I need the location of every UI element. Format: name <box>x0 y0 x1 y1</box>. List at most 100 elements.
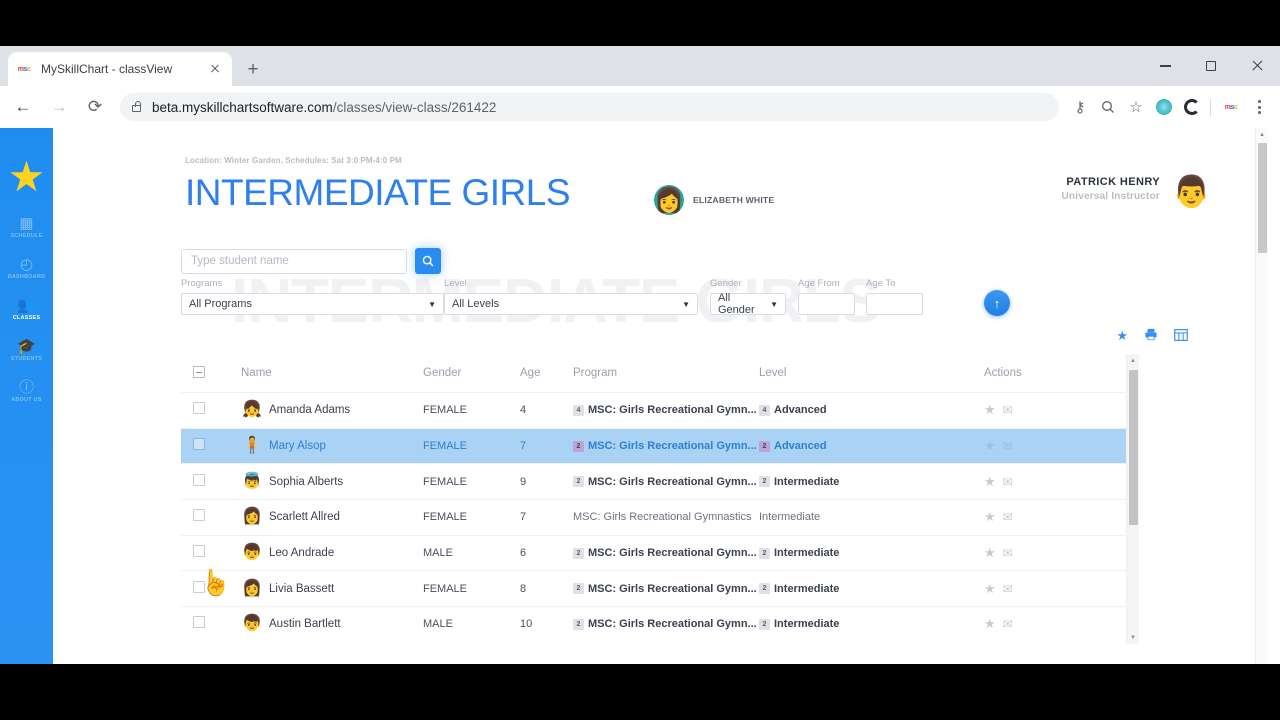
student-level-cell[interactable]: 2 Advanced <box>759 440 984 452</box>
mail-icon[interactable]: ✉ <box>1003 403 1013 417</box>
print-icon[interactable] <box>1144 328 1158 344</box>
table-row[interactable]: 👩 Livia Bassett FEMALE 8 2 MSC: Girls Recreat… <box>181 570 1127 606</box>
student-program-cell[interactable]: 2 MSC: Girls Recreational Gymn... <box>573 440 759 452</box>
student-program-cell[interactable]: MSC: Girls Recreational Gymnastics <box>573 511 759 523</box>
column-header-gender[interactable]: Gender <box>423 367 520 379</box>
student-name-cell[interactable]: 👼 Sophia Alberts <box>241 473 423 491</box>
instructor-avatar[interactable]: 👨 <box>1172 173 1211 209</box>
spiral-extension-icon[interactable] <box>1179 94 1205 120</box>
row-checkbox[interactable] <box>193 402 205 415</box>
reload-icon[interactable]: ⟳ <box>80 92 110 122</box>
mail-icon[interactable]: ✉ <box>1003 617 1013 631</box>
favorite-star-icon[interactable]: ★ <box>984 509 996 525</box>
mouse-cursor: ☝ <box>200 569 232 597</box>
student-program-cell[interactable]: 2 MSC: Girls Recreational Gymn... <box>573 583 759 595</box>
student-program-cell[interactable]: 2 MSC: Girls Recreational Gymn... <box>573 547 759 559</box>
msc-extension-icon[interactable]: msc <box>1218 94 1244 120</box>
row-checkbox[interactable] <box>193 438 205 451</box>
search-input[interactable] <box>181 248 407 274</box>
student-level-cell[interactable]: 2 Intermediate <box>759 476 984 488</box>
minimize-button[interactable] <box>1142 46 1188 86</box>
table-row[interactable]: 👦 Austin Bartlett MALE 10 2 MSC: Girls Recrea… <box>181 606 1127 642</box>
student-program-cell[interactable]: 2 MSC: Girls Recreational Gymn... <box>573 618 759 630</box>
search-icon[interactable] <box>1095 94 1121 120</box>
favorite-star-icon[interactable]: ★ <box>984 438 996 454</box>
mail-icon[interactable]: ✉ <box>1003 546 1013 560</box>
favorite-star-icon[interactable]: ★ <box>984 581 996 597</box>
student-name-cell[interactable]: 👩 Livia Bassett <box>241 580 423 598</box>
favorite-star-icon[interactable]: ★ <box>984 474 996 490</box>
hexagon-extension-icon[interactable] <box>1151 94 1177 120</box>
app-logo-star-icon[interactable]: ★ <box>8 156 46 198</box>
favorite-star-icon[interactable]: ★ <box>984 402 996 418</box>
scroll-down-icon[interactable]: ▼ <box>1127 631 1139 644</box>
scrollbar-thumb[interactable] <box>1129 370 1138 525</box>
scroll-up-icon[interactable]: ▲ <box>1127 354 1139 367</box>
student-level-cell[interactable]: 2 Intermediate <box>759 583 984 595</box>
select-all-checkbox[interactable] <box>193 365 205 378</box>
student-program-cell[interactable]: 2 MSC: Girls Recreational Gymn... <box>573 476 759 488</box>
table-row[interactable]: 👩 Scarlett Allred FEMALE 7 MSC: Girls Recrea… <box>181 499 1127 535</box>
programs-select[interactable]: All Programs ▼ <box>181 293 444 315</box>
close-icon[interactable] <box>206 60 224 78</box>
gender-select[interactable]: All Gender ▼ <box>710 292 786 316</box>
student-name-cell[interactable]: 👦 Leo Andrade <box>241 544 423 562</box>
row-checkbox[interactable] <box>193 616 205 629</box>
browser-menu-icon[interactable] <box>1246 94 1272 120</box>
grid-view-icon[interactable] <box>1174 328 1188 344</box>
row-checkbox[interactable] <box>193 473 205 486</box>
browser-toolbar: ← → ⟳ beta.myskillchartsoftware.com/clas… <box>0 86 1280 128</box>
page-scrollbar-thumb[interactable] <box>1258 143 1267 253</box>
level-count-badge: 2 <box>759 618 770 630</box>
page-scrollbar[interactable]: ▲ <box>1255 128 1268 664</box>
mail-icon[interactable]: ✉ <box>1003 475 1013 489</box>
mail-icon[interactable]: ✉ <box>1003 582 1013 596</box>
row-checkbox[interactable] <box>193 545 205 558</box>
sidebar-item-schedule[interactable]: ▦ SCHEDULE <box>0 215 53 239</box>
mail-icon[interactable]: ✉ <box>1003 510 1013 524</box>
favorite-star-icon[interactable]: ★ <box>984 616 996 632</box>
favorite-star-icon[interactable]: ★ <box>1116 328 1128 344</box>
column-header-program[interactable]: Program <box>573 367 759 379</box>
teacher-info[interactable]: 👩 ELIZABETH WHITE <box>654 185 774 215</box>
maximize-button[interactable] <box>1188 46 1234 86</box>
table-row[interactable]: 👦 Leo Andrade MALE 6 2 MSC: Girls Recreationa… <box>181 534 1127 571</box>
table-row[interactable]: 👼 Sophia Alberts FEMALE 9 2 MSC: Girls Recrea… <box>181 463 1127 499</box>
sidebar-item-classes[interactable]: 👥 CLASSES <box>0 297 53 321</box>
window-close-button[interactable] <box>1234 46 1280 86</box>
student-name-cell[interactable]: 👧 Amanda Adams <box>241 401 423 419</box>
sidebar-item-about-us[interactable]: ⓘ ABOUT US <box>0 379 53 403</box>
table-row[interactable]: 👧 Amanda Adams FEMALE 4 4 MSC: Girls Recreati… <box>181 392 1127 428</box>
favorite-star-icon[interactable]: ★ <box>984 545 996 561</box>
table-row[interactable]: 🧍 Mary Alsop FEMALE 7 2 MSC: Girls Recreation… <box>181 427 1127 464</box>
key-icon[interactable]: ⚷ <box>1067 94 1093 120</box>
column-header-name[interactable]: Name <box>241 367 423 379</box>
forward-icon[interactable]: → <box>44 92 74 122</box>
column-header-age[interactable]: Age <box>520 367 573 379</box>
apply-filters-button[interactable]: ↑ <box>984 290 1010 316</box>
back-icon[interactable]: ← <box>8 92 38 122</box>
student-name-cell[interactable]: 👩 Scarlett Allred <box>241 508 423 526</box>
bookmark-star-icon[interactable]: ☆ <box>1123 94 1149 120</box>
column-header-level[interactable]: Level <box>759 367 984 379</box>
student-level-cell[interactable]: Intermediate <box>759 511 984 523</box>
student-level-cell[interactable]: 2 Intermediate <box>759 547 984 559</box>
age-to-input[interactable] <box>866 293 923 315</box>
student-name-cell[interactable]: 👦 Austin Bartlett <box>241 615 423 633</box>
student-name-cell[interactable]: 🧍 Mary Alsop <box>241 437 423 455</box>
browser-tab[interactable]: msc MySkillChart - classView <box>8 52 232 86</box>
search-button[interactable] <box>415 248 441 274</box>
student-level-cell[interactable]: 4 Advanced <box>759 404 984 416</box>
sidebar-item-dashboard[interactable]: ◴ DASHBOARD <box>0 256 53 280</box>
level-select[interactable]: All Levels ▼ <box>444 293 698 315</box>
sidebar-item-students[interactable]: 🎓 STUDENTS <box>0 338 53 362</box>
table-scrollbar[interactable]: ▲ ▼ <box>1126 354 1139 644</box>
age-from-input[interactable] <box>798 293 855 315</box>
mail-icon[interactable]: ✉ <box>1003 439 1013 453</box>
student-level-cell[interactable]: 2 Intermediate <box>759 618 984 630</box>
student-program-cell[interactable]: 4 MSC: Girls Recreational Gymn... <box>573 404 759 416</box>
page-scroll-up-icon[interactable]: ▲ <box>1256 128 1268 141</box>
address-bar[interactable]: beta.myskillchartsoftware.com/classes/vi… <box>120 93 1059 121</box>
new-tab-button[interactable]: + <box>240 57 266 83</box>
row-checkbox[interactable] <box>193 509 205 522</box>
